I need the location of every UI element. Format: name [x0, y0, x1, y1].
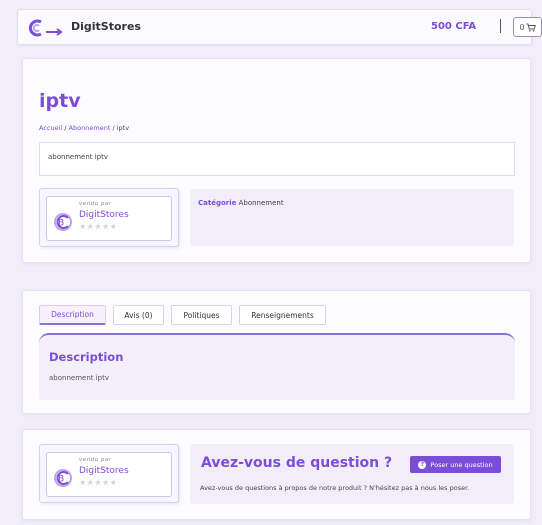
breadcrumb-current: iptv [116, 124, 130, 132]
ask-question-button[interactable]: ? Poser une question [410, 456, 501, 473]
tabs-card: Description Avis (0) Politiques Renseign… [22, 290, 531, 414]
vendor-card: vendu par B DigitStores ★★★★★ [39, 444, 179, 503]
vendor-inner[interactable]: vendu par B DigitStores ★★★★★ [46, 452, 172, 497]
header-divider [500, 19, 501, 33]
description-text: abonnement iptv [49, 374, 110, 382]
cart-button[interactable]: 0 [513, 17, 542, 37]
tab-description[interactable]: Description [39, 305, 106, 325]
cart-total: 500 CFA [431, 21, 477, 32]
ask-question-label: Poser une question [430, 460, 493, 469]
vendor-by-label: vendu par [79, 457, 112, 463]
description-heading: Description [49, 350, 124, 364]
vendor-by-label: vendu par [79, 201, 112, 207]
question-title: Avez-vous de question ? [201, 455, 393, 471]
vendor-name[interactable]: DigitStores [79, 466, 129, 476]
vendor-card: vendu par B DigitStores ★★★★★ [39, 188, 179, 247]
vendor-logo-icon: B [54, 469, 72, 487]
category-info: Catégorie Abonnement [190, 189, 514, 246]
svg-text:B: B [58, 219, 64, 229]
short-description: abonnement iptv [39, 142, 515, 176]
vendor-rating-stars: ★★★★★ [79, 478, 118, 487]
category-value[interactable]: Abonnement [239, 199, 284, 207]
vendor-rating-stars: ★★★★★ [79, 222, 118, 231]
tab-policies[interactable]: Politiques [171, 305, 232, 325]
breadcrumb-home[interactable]: Accueil [39, 124, 62, 132]
brand-name[interactable]: DigitStores [71, 20, 141, 33]
brand-logo-icon[interactable] [28, 18, 64, 38]
tab-reviews[interactable]: Avis (0) [113, 305, 164, 325]
description-panel: Description abonnement iptv [39, 333, 515, 400]
cart-icon [526, 23, 536, 32]
tab-information[interactable]: Renseignements [239, 305, 326, 325]
vendor-inner[interactable]: vendu par B DigitStores ★★★★★ [46, 196, 172, 241]
page-title: iptv [39, 90, 81, 112]
svg-text:B: B [58, 475, 64, 485]
ask-question-box: Avez-vous de question ? ? Poser une ques… [190, 444, 514, 504]
question-text: Avez-vous de questions à propos de notre… [200, 484, 470, 492]
question-icon: ? [418, 460, 427, 469]
cart-count: 0 [519, 22, 525, 32]
product-card: iptv Accueil / Abonnement / iptv abonnem… [22, 58, 531, 263]
site-header: DigitStores 500 CFA 0 [17, 9, 542, 45]
category-label: Catégorie [198, 199, 237, 207]
breadcrumb-category[interactable]: Abonnement [69, 124, 111, 132]
breadcrumb: Accueil / Abonnement / iptv [39, 124, 130, 132]
vendor-name[interactable]: DigitStores [79, 210, 129, 220]
vendor-logo-icon: B [54, 213, 72, 231]
question-card: vendu par B DigitStores ★★★★★ Avez-vous … [22, 429, 531, 520]
